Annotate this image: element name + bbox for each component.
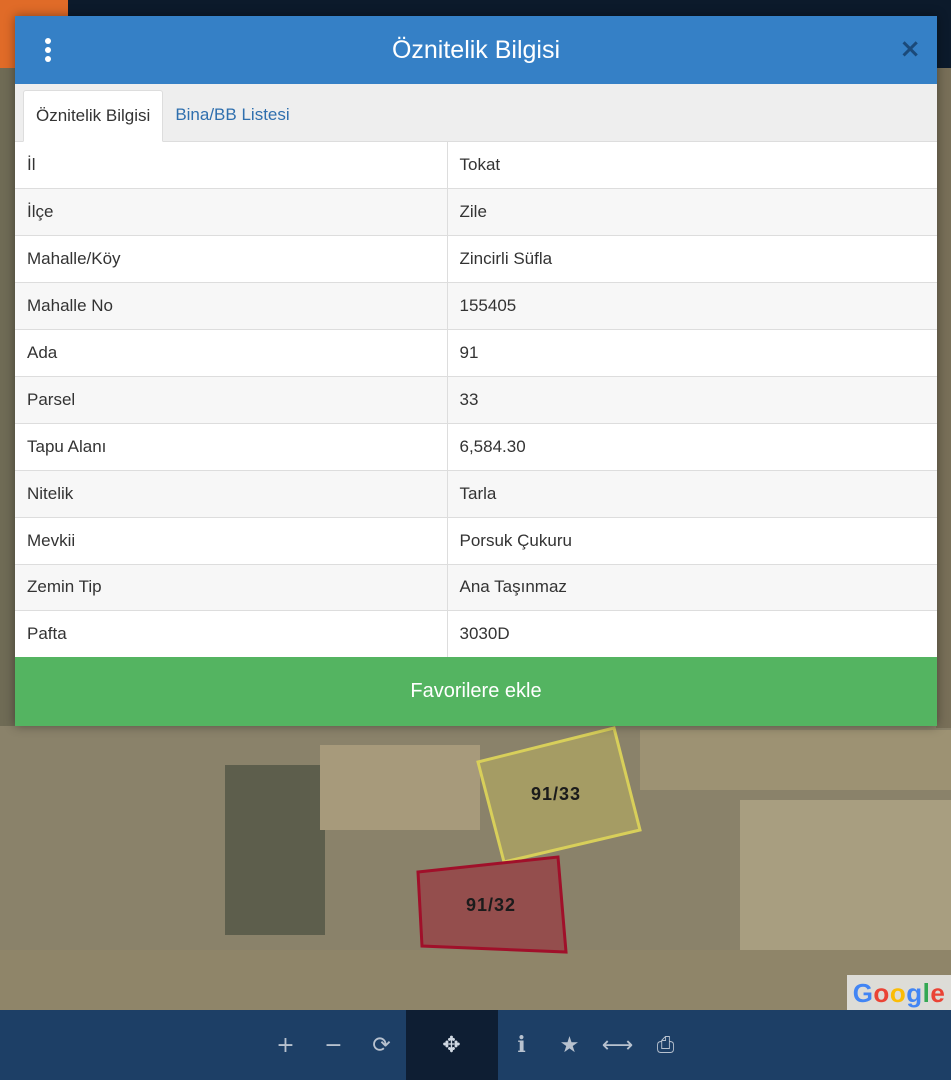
parcel-label: 91/32 [466,895,517,915]
dialog-title: Öznitelik Bilgisi [391,35,561,64]
map-toolbar: + − ⟳ ✥ i ★ ⟷ ⎙ [0,1010,951,1080]
attribute-key: Mevkii [15,517,448,565]
measure-icon[interactable]: ⟷ [594,1010,642,1080]
add-to-favorites-button[interactable]: Favorilere ekle [15,657,937,726]
table-row: Ada 91 [15,329,937,377]
attribute-key: Ada [15,329,448,377]
attribute-key: Nitelik [15,470,448,518]
locate-icon[interactable]: ✥ [405,1010,498,1080]
map-field [640,730,951,790]
table-row: Mahalle/Köy Zincirli Süfla [15,235,937,284]
attribute-key: Mahalle No [15,282,448,331]
attribute-value: 6,584.30 [447,423,937,471]
attribute-info-dialog: Öznitelik Bilgisi × Öznitelik Bilgisi Bi… [15,16,937,726]
print-icon[interactable]: ⎙ [642,1010,690,1080]
attribute-key: İl [15,142,448,190]
attribute-value: Zincirli Süfla [447,235,937,284]
attribute-key: İlçe [15,188,448,237]
tab-attribute-info[interactable]: Öznitelik Bilgisi [23,90,164,142]
map-field [320,745,480,830]
table-row: Pafta 3030D [15,610,937,659]
table-row: Parsel 33 [15,376,937,424]
zoom-out-icon[interactable]: − [310,1010,358,1080]
attribute-key: Pafta [15,610,448,659]
dialog-header: Öznitelik Bilgisi × [15,16,937,84]
attribute-value: Zile [447,188,937,237]
table-row: Nitelik Tarla [15,470,937,518]
attribute-value: Ana Taşınmaz [447,564,937,612]
more-options-icon[interactable] [45,38,51,62]
table-row: İl Tokat [15,142,937,190]
refresh-icon[interactable]: ⟳ [358,1010,406,1080]
zoom-in-icon[interactable]: + [262,1010,310,1080]
attribute-key: Tapu Alanı [15,423,448,471]
map-field [936,68,951,728]
attribute-value: Porsuk Çukuru [447,517,937,565]
attribute-value: 33 [447,376,937,424]
google-attribution: Google [847,975,951,1011]
dialog-tabs: Öznitelik Bilgisi Bina/BB Listesi [15,84,937,142]
attribute-key: Zemin Tip [15,564,448,612]
attribute-value: Tokat [447,142,937,190]
attribute-value: 155405 [447,282,937,331]
map-field [225,765,325,935]
parcel-label: 91/33 [531,784,582,804]
attribute-table: İl Tokat İlçe Zile Mahalle/Köy Zincirli Süf… [15,142,937,659]
table-row: Zemin Tip Ana Taşınmaz [15,564,937,612]
table-row: Tapu Alanı 6,584.30 [15,423,937,471]
table-row: Mahalle No 155405 [15,282,937,331]
map-field [740,800,951,950]
attribute-key: Parsel [15,376,448,424]
attribute-value: 91 [447,329,937,377]
star-icon[interactable]: ★ [546,1010,594,1080]
close-icon[interactable]: × [899,34,921,64]
table-row: İlçe Zile [15,188,937,237]
attribute-value: 3030D [447,610,937,659]
info-icon[interactable]: i [498,1010,546,1080]
table-row: Mevkii Porsuk Çukuru [15,517,937,565]
attribute-key: Mahalle/Köy [15,235,448,284]
attribute-value: Tarla [447,470,937,518]
tab-building-list[interactable]: Bina/BB Listesi [163,89,301,141]
